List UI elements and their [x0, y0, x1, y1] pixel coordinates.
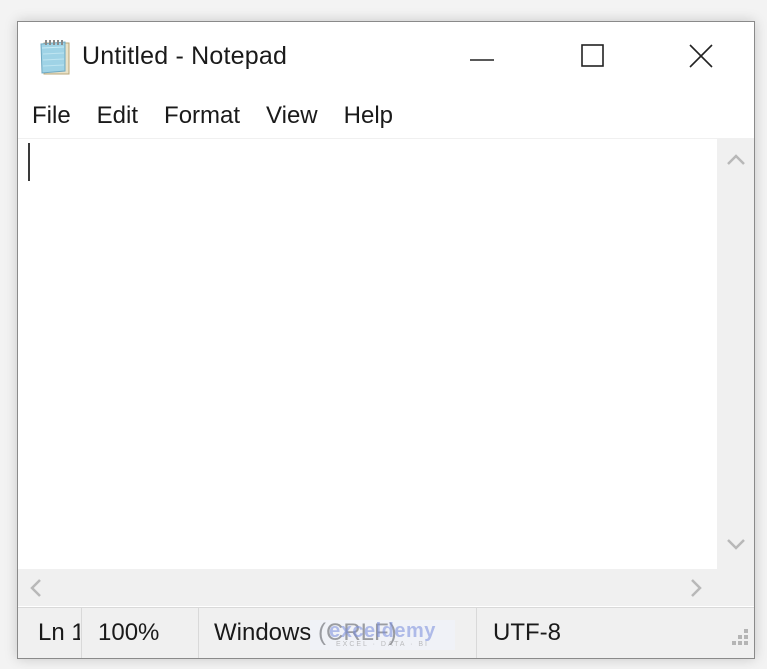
window-title: Untitled - Notepad: [82, 42, 288, 70]
title-bar[interactable]: Untitled - Notepad: [18, 22, 754, 94]
menu-help[interactable]: Help: [331, 96, 406, 136]
status-line-ending: Windows (CRLF): [198, 608, 476, 658]
chevron-down-icon: [727, 539, 745, 550]
close-button[interactable]: [646, 22, 756, 94]
status-bar: Ln 1, Col 1 100% Windows (CRLF) UTF-8 ex…: [18, 607, 754, 658]
status-encoding: UTF-8: [476, 608, 676, 658]
scroll-up-button[interactable]: [726, 152, 746, 171]
menu-format[interactable]: Format: [151, 96, 253, 136]
status-position: Ln 1, Col 1: [38, 619, 80, 646]
notepad-icon: [38, 38, 72, 76]
menu-file[interactable]: File: [18, 96, 84, 136]
minimize-icon: [470, 49, 496, 67]
scroll-right-button[interactable]: [690, 578, 704, 603]
scroll-down-button[interactable]: [726, 538, 746, 557]
notepad-window: Untitled - Notepad File Edit Format View…: [17, 21, 755, 659]
scroll-left-button[interactable]: [28, 578, 42, 603]
chevron-right-icon: [691, 579, 702, 597]
maximize-icon: [581, 43, 605, 73]
menu-view[interactable]: View: [253, 96, 331, 136]
close-icon: [688, 43, 714, 74]
chevron-up-icon: [727, 154, 745, 165]
status-zoom: 100%: [81, 608, 196, 658]
text-caret: [28, 143, 30, 181]
menu-bar: File Edit Format View Help: [18, 96, 754, 136]
maximize-button[interactable]: [538, 22, 648, 94]
text-editor[interactable]: [18, 138, 717, 570]
horizontal-scrollbar[interactable]: [18, 569, 754, 606]
minimize-button[interactable]: [428, 22, 538, 94]
chevron-left-icon: [30, 579, 41, 597]
vertical-scrollbar[interactable]: [717, 138, 754, 569]
resize-grip-icon[interactable]: [730, 626, 750, 654]
menu-edit[interactable]: Edit: [84, 96, 151, 136]
